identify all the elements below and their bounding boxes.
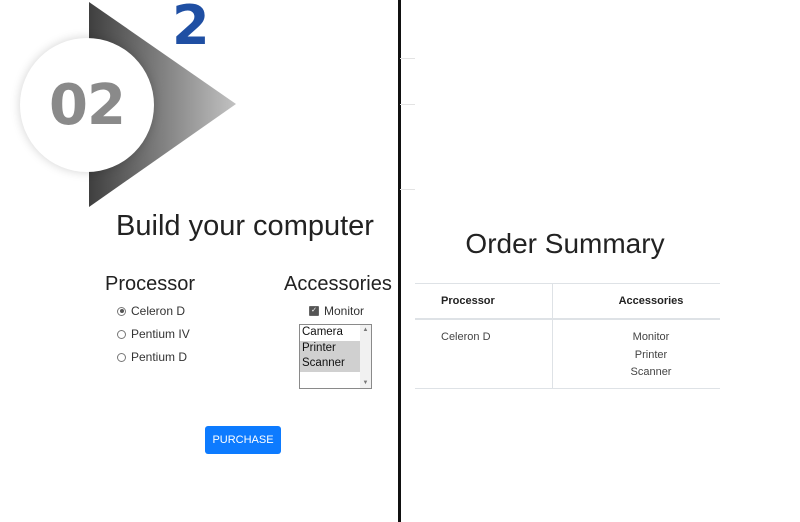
table-header-accessories: Accessories xyxy=(618,295,684,307)
table-bottom-border xyxy=(415,388,720,389)
monitor-checkbox-row[interactable]: ✓ Monitor xyxy=(309,304,364,318)
listbox-option-scanner[interactable]: Scanner xyxy=(300,356,360,372)
step-badge-number: 02 xyxy=(49,72,126,138)
summary-title: Order Summary xyxy=(465,228,665,259)
scroll-down-icon[interactable]: ▼ xyxy=(360,378,371,388)
processor-option-celeron-d[interactable]: Celeron D xyxy=(117,304,185,318)
monitor-label: Monitor xyxy=(324,304,365,318)
scroll-up-icon[interactable]: ▲ xyxy=(360,325,371,335)
processor-heading: Processor xyxy=(105,273,196,295)
table-cell-processor: Celeron D xyxy=(441,331,491,343)
accessory-item: Printer xyxy=(634,348,668,361)
divider-tick xyxy=(400,189,415,190)
listbox-scrollbar[interactable]: ▲ ▼ xyxy=(360,325,371,388)
processor-option-label: Pentium IV xyxy=(131,327,190,341)
processor-option-label: Pentium D xyxy=(131,350,188,364)
panel-divider xyxy=(398,0,401,522)
purchase-button[interactable]: PURCHASE xyxy=(205,426,281,454)
check-icon[interactable]: ✓ xyxy=(309,306,319,316)
listbox-option-printer[interactable]: Printer xyxy=(300,340,360,356)
table-header-border xyxy=(415,318,720,320)
processor-option-label: Celeron D xyxy=(131,304,186,318)
processor-option-pentium-iv[interactable]: Pentium IV xyxy=(117,327,190,341)
accessory-item: Scanner xyxy=(630,366,672,378)
processor-option-pentium-d[interactable]: Pentium D xyxy=(117,350,187,364)
table-top-border xyxy=(415,283,720,284)
accessory-item: Monitor xyxy=(632,331,670,343)
radio-button[interactable] xyxy=(117,329,126,339)
radio-button-checked[interactable] xyxy=(117,306,126,316)
divider-tick xyxy=(400,58,415,59)
table-header-processor: Processor xyxy=(441,295,495,307)
builder-title: Build your computer xyxy=(116,210,374,242)
divider-tick xyxy=(400,104,415,105)
table-cell-accessories: Monitor Printer Scanner xyxy=(552,329,750,382)
radio-button[interactable] xyxy=(117,352,126,362)
listbox-option-camera[interactable]: Camera xyxy=(300,325,360,341)
accessories-heading: Accessories xyxy=(284,273,392,295)
step-number: 2 xyxy=(172,0,210,57)
